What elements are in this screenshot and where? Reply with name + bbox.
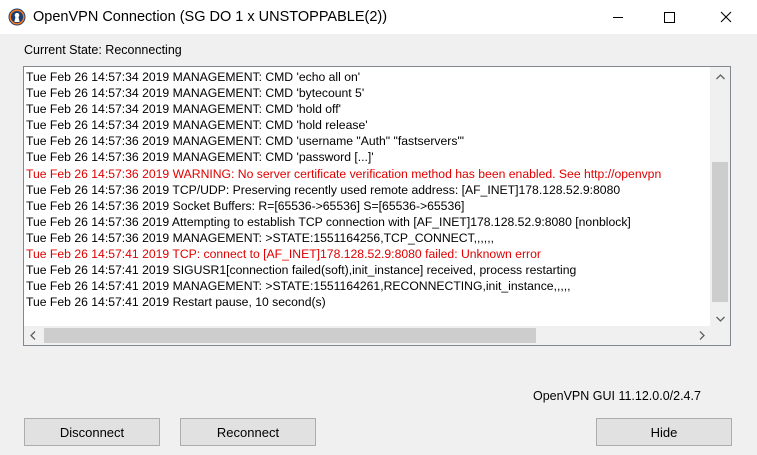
close-button[interactable] <box>703 0 749 34</box>
log-line: Tue Feb 26 14:57:41 2019 TCP: connect to… <box>26 247 541 262</box>
maximize-icon <box>663 11 675 23</box>
log-line: Tue Feb 26 14:57:41 2019 SIGUSR1[connect… <box>26 263 577 278</box>
disconnect-button[interactable]: Disconnect <box>24 418 160 446</box>
vertical-scrollbar[interactable] <box>710 67 730 326</box>
close-icon <box>720 11 732 23</box>
log-line: Tue Feb 26 14:57:36 2019 MANAGEMENT: CMD… <box>26 134 465 149</box>
reconnect-button[interactable]: Reconnect <box>180 418 316 446</box>
log-line: Tue Feb 26 14:57:36 2019 Socket Buffers:… <box>26 198 465 213</box>
vertical-scroll-thumb[interactable] <box>712 162 728 302</box>
title-bar[interactable]: OpenVPN Connection (SG DO 1 x UNSTOPPABL… <box>0 0 757 34</box>
log-line: Tue Feb 26 14:57:34 2019 MANAGEMENT: CMD… <box>26 102 341 117</box>
maximize-button[interactable] <box>646 0 692 34</box>
minimize-icon <box>612 11 624 23</box>
openvpn-logo-icon <box>8 8 26 26</box>
horizontal-scrollbar[interactable] <box>24 326 710 345</box>
log-output[interactable]: Tue Feb 26 14:57:34 2019 MANAGEMENT: CMD… <box>23 66 731 346</box>
scroll-right-button[interactable] <box>693 326 710 345</box>
hide-button[interactable]: Hide <box>596 418 732 446</box>
chevron-right-icon <box>699 329 705 343</box>
chevron-left-icon <box>29 329 36 343</box>
chevron-down-icon <box>715 311 725 325</box>
scroll-left-button[interactable] <box>24 326 41 345</box>
log-line: Tue Feb 26 14:57:36 2019 MANAGEMENT: CMD… <box>26 150 374 165</box>
log-line: Tue Feb 26 14:57:41 2019 MANAGEMENT: >ST… <box>26 279 571 294</box>
log-line: Tue Feb 26 14:57:36 2019 MANAGEMENT: >ST… <box>26 230 494 245</box>
log-line: Tue Feb 26 14:57:36 2019 TCP/UDP: Preser… <box>26 182 621 197</box>
log-line: Tue Feb 26 14:57:36 2019 Attempting to e… <box>26 214 631 229</box>
log-line: Tue Feb 26 14:57:34 2019 MANAGEMENT: CMD… <box>26 86 365 101</box>
current-state-label: Current State: Reconnecting <box>24 43 182 57</box>
chevron-up-icon <box>715 69 725 83</box>
version-label: OpenVPN GUI 11.12.0.0/2.4.7 <box>533 389 701 403</box>
window-title: OpenVPN Connection (SG DO 1 x UNSTOPPABL… <box>33 9 388 25</box>
minimize-button[interactable] <box>595 0 641 34</box>
log-line: Tue Feb 26 14:57:34 2019 MANAGEMENT: CMD… <box>26 118 368 133</box>
log-line: Tue Feb 26 14:57:41 2019 Restart pause, … <box>26 295 326 310</box>
log-line: Tue Feb 26 14:57:34 2019 MANAGEMENT: CMD… <box>26 70 361 84</box>
scroll-down-button[interactable] <box>710 309 730 326</box>
scroll-up-button[interactable] <box>710 67 730 84</box>
scrollbar-corner <box>710 326 730 345</box>
log-lines: Tue Feb 26 14:57:34 2019 MANAGEMENT: CMD… <box>26 69 710 327</box>
log-line: Tue Feb 26 14:57:36 2019 WARNING: No ser… <box>26 166 662 181</box>
horizontal-scroll-thumb[interactable] <box>44 328 536 343</box>
